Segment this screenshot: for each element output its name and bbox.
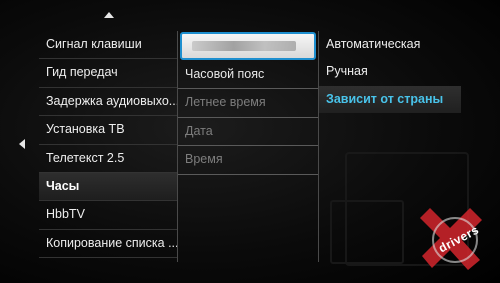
settings-menu: Сигнал клавиши Гид передач Задержка ауди… (39, 31, 177, 259)
menu-item-clock[interactable]: Часы (39, 172, 177, 202)
scroll-up-arrow-icon[interactable] (104, 12, 114, 18)
menu-item-audio-delay[interactable]: Задержка аудиовыхо... (39, 88, 177, 117)
clock-item-time-zone[interactable]: Часовой пояс (178, 61, 318, 90)
option-manual[interactable]: Ручная (319, 58, 461, 85)
option-automatic[interactable]: Автоматическая (319, 31, 461, 58)
menu-item-teletext[interactable]: Телетекст 2.5 (39, 145, 177, 173)
menu-item-copy-list[interactable]: Копирование списка ... (39, 230, 177, 259)
clock-item-time[interactable]: Время (178, 146, 318, 175)
back-arrow-icon[interactable] (19, 139, 25, 149)
menu-item-program-guide[interactable]: Гид передач (39, 59, 177, 88)
clock-item-date[interactable]: Дата (178, 118, 318, 147)
clock-item-daylight-saving[interactable]: Летнее время (178, 89, 318, 118)
menu-item-hbbtv[interactable]: HbbTV (39, 201, 177, 230)
clock-submenu: Часовой пояс Летнее время Дата Время (178, 31, 318, 175)
mode-options: Автоматическая Ручная Зависит от страны (319, 31, 461, 114)
clock-item-auto-mode[interactable] (180, 32, 316, 60)
blurred-label (192, 41, 296, 51)
menu-item-tv-setup[interactable]: Установка ТВ (39, 116, 177, 145)
background-tv-graphic-small (330, 200, 404, 264)
option-country-dependent[interactable]: Зависит от страны (319, 85, 461, 114)
menu-item-key-sound[interactable]: Сигнал клавиши (39, 31, 177, 60)
